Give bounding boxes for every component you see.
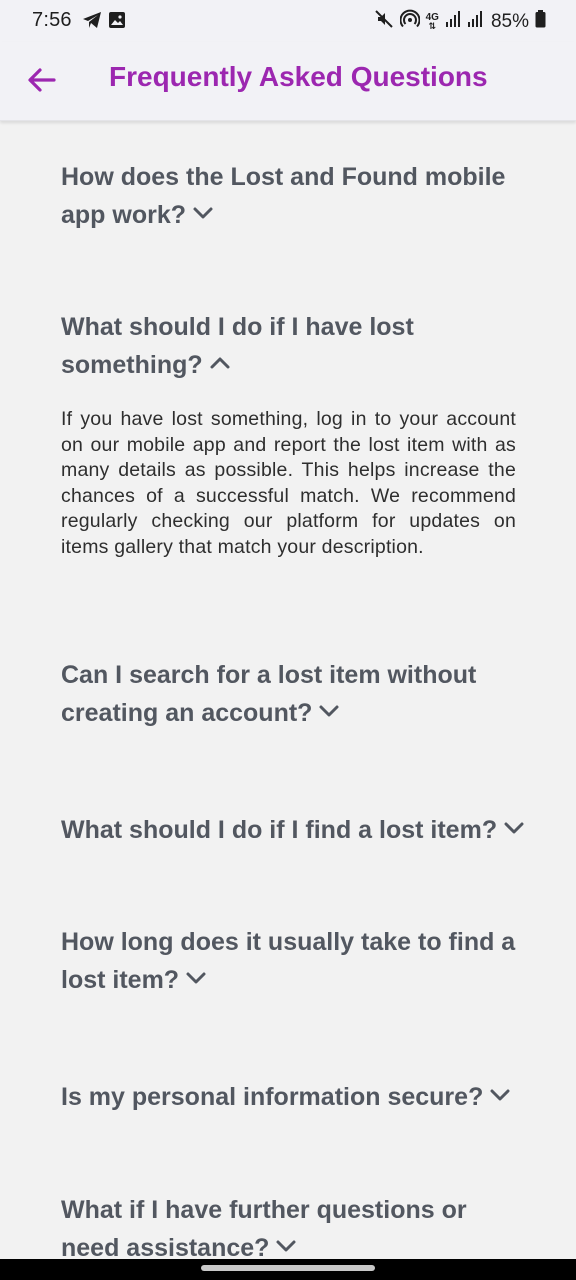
chevron-down-icon xyxy=(275,1226,297,1259)
faq-question-text: How long does it usually take to find a … xyxy=(61,928,516,994)
faq-answer-lost-something: If you have lost something, log in to yo… xyxy=(61,408,516,558)
faq-question-how-long[interactable]: How long does it usually take to find a … xyxy=(61,923,531,1000)
signal-icon-2 xyxy=(467,10,483,33)
faq-question-find-lost-item[interactable]: What should I do if I find a lost item? xyxy=(61,811,531,850)
network-4g-icon: 4G ⇅ xyxy=(425,11,439,31)
status-right-group: 4G ⇅ 85% xyxy=(374,9,546,34)
back-button[interactable] xyxy=(24,62,60,98)
faq-question-text: What if I have further questions or need… xyxy=(61,1196,467,1259)
faq-question-personal-info[interactable]: Is my personal information secure? xyxy=(61,1078,531,1117)
faq-question-text: Is my personal information secure? xyxy=(61,1083,484,1111)
faq-question-text: What should I do if I find a lost item? xyxy=(61,816,498,844)
image-icon xyxy=(108,11,126,34)
faq-question-lost-something[interactable]: What should I do if I have lost somethin… xyxy=(61,308,531,385)
chevron-down-icon xyxy=(489,1075,511,1113)
chevron-up-icon xyxy=(209,343,231,381)
battery-percent: 85% xyxy=(490,10,529,32)
status-time: 7:56 xyxy=(32,9,72,31)
faq-question-text: Can I search for a lost item without cre… xyxy=(61,661,477,727)
status-bar: 7:56 4G ⇅ 85% xyxy=(0,0,576,42)
notification-icons xyxy=(82,11,126,34)
chevron-down-icon xyxy=(503,808,525,846)
faq-question-search-without-account[interactable]: Can I search for a lost item without cre… xyxy=(61,656,531,733)
telegram-icon xyxy=(82,11,102,34)
faq-question-app-work[interactable]: How does the Lost and Found mobile app w… xyxy=(61,158,531,235)
app-bar: Frequently Asked Questions xyxy=(0,42,576,121)
chevron-down-icon xyxy=(318,691,340,729)
faq-question-further-questions[interactable]: What if I have further questions or need… xyxy=(61,1191,531,1259)
faq-question-text: How does the Lost and Found mobile app w… xyxy=(61,163,506,229)
chevron-down-icon xyxy=(192,193,214,231)
faq-question-text: What should I do if I have lost somethin… xyxy=(61,313,414,379)
page-title: Frequently Asked Questions xyxy=(109,61,488,92)
battery-icon xyxy=(535,10,546,33)
home-indicator[interactable] xyxy=(201,1265,375,1271)
hotspot-icon xyxy=(399,9,421,34)
signal-icon xyxy=(445,10,461,33)
chevron-down-icon xyxy=(185,958,207,996)
faq-list: How does the Lost and Found mobile app w… xyxy=(0,121,576,1259)
arrow-left-icon xyxy=(28,68,56,92)
navigation-bar xyxy=(0,1259,576,1280)
mute-icon xyxy=(374,9,394,34)
